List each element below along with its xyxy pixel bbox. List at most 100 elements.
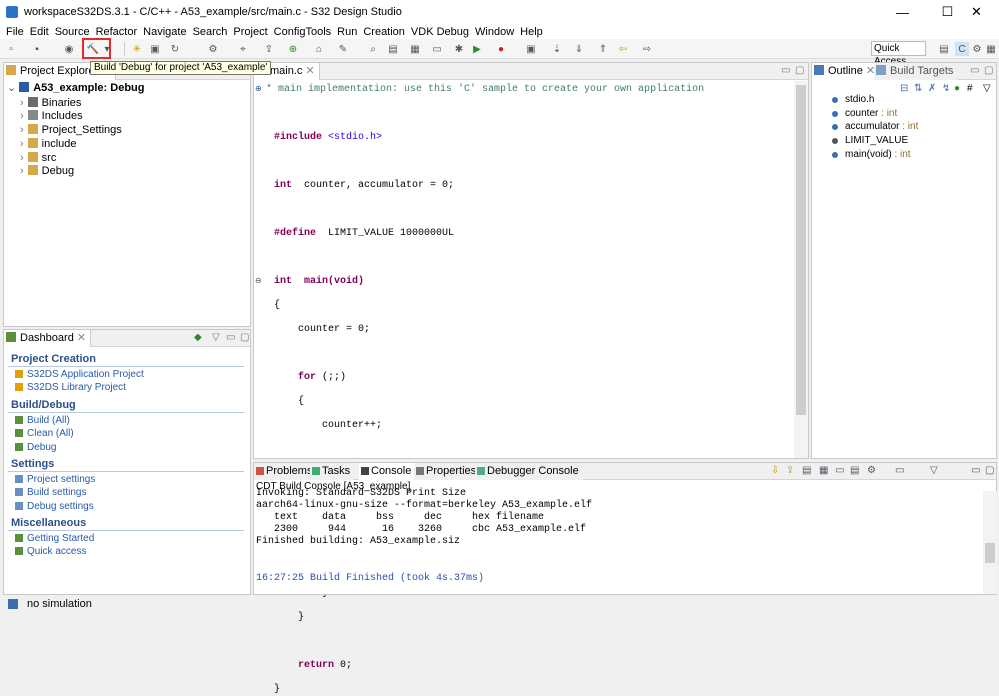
expand-arrow-icon[interactable]: ›	[20, 97, 24, 109]
console-scrollbar[interactable]	[983, 491, 997, 594]
menu-file[interactable]: File	[6, 26, 24, 38]
close-button[interactable]: ✕	[954, 0, 999, 24]
tab-tasks[interactable]: Tasks	[310, 463, 355, 480]
dashboard-link[interactable]: S32DS Application Project	[15, 369, 144, 380]
console-output[interactable]: Invoking: Standard S32DS Print Size aarch…	[255, 488, 971, 594]
debug-perspective-icon[interactable]: ⚙	[970, 42, 984, 56]
console-action-icon[interactable]: ▽	[930, 465, 938, 476]
tab-build-targets[interactable]: Build Targets	[874, 63, 958, 80]
debug-icon[interactable]: ◉	[62, 42, 76, 56]
define-icon[interactable]: #	[967, 83, 973, 94]
other-perspective-icon[interactable]: ▦	[984, 42, 998, 56]
tree-item-project_settings[interactable]: › Project_Settings	[20, 124, 122, 137]
new-project-icon[interactable]: ✳	[130, 42, 144, 56]
view-menu-icon[interactable]: ▽	[212, 332, 220, 343]
new-icon[interactable]: ▫	[4, 42, 18, 56]
minimize-view-icon[interactable]: ▭	[781, 65, 790, 76]
collapse-arrow-icon[interactable]: ⌄	[7, 82, 16, 94]
maximize-view-icon[interactable]: ▢	[240, 332, 249, 343]
menu-window[interactable]: Window	[475, 26, 514, 38]
refresh-icon[interactable]: ↻	[168, 42, 182, 56]
maximize-view-icon[interactable]: ▢	[984, 65, 993, 76]
menu-creation[interactable]: Creation	[363, 26, 405, 38]
console-action-icon[interactable]: ▤	[802, 465, 811, 476]
run-ext-icon[interactable]: ⊕	[286, 42, 300, 56]
dashboard-link[interactable]: Clean (All)	[15, 428, 74, 439]
tab-problems[interactable]: Problems	[254, 463, 317, 480]
console-action-icon[interactable]: ▭	[971, 465, 980, 476]
expand-arrow-icon[interactable]: ›	[20, 152, 24, 164]
outline-item[interactable]: accumulator : int	[832, 121, 918, 132]
save-icon[interactable]: ▪	[30, 42, 44, 56]
console-action-icon[interactable]: ▭	[895, 465, 904, 476]
menu-navigate[interactable]: Navigate	[143, 26, 186, 38]
tab-outline[interactable]: Outline ✕	[812, 63, 881, 80]
expand-arrow-icon[interactable]: ›	[20, 165, 24, 177]
terminal-icon[interactable]: ▭	[430, 42, 444, 56]
dashboard-section-3[interactable]: Miscellaneous	[11, 517, 86, 529]
sort-icon[interactable]: ⊟	[900, 83, 908, 94]
menu-refactor[interactable]: Refactor	[96, 26, 138, 38]
tree-item-includes[interactable]: › Includes	[20, 110, 83, 123]
minimize-view-icon[interactable]: ▭	[970, 65, 979, 76]
dashboard-section-1[interactable]: Build/Debug	[11, 399, 76, 411]
dashboard-action-icon[interactable]: ◆	[194, 332, 202, 343]
open-folder-icon[interactable]: ⌂	[312, 42, 326, 56]
quick-access-field[interactable]: Quick Access	[871, 41, 926, 67]
outline-item[interactable]: stdio.h	[832, 94, 874, 105]
doc-icon[interactable]: ▤	[386, 42, 400, 56]
search-file-icon[interactable]: ⌕	[366, 42, 380, 56]
menu-edit[interactable]: Edit	[30, 26, 49, 38]
stop-icon[interactable]: ●	[494, 42, 508, 56]
console-action-icon[interactable]: ⇩	[771, 465, 779, 476]
dashboard-section-0[interactable]: Project Creation	[11, 353, 96, 365]
dashboard-link[interactable]: Quick access	[15, 546, 86, 557]
new-folder-icon[interactable]: ▣	[148, 42, 162, 56]
hide-static-icon[interactable]: ✗	[928, 83, 936, 94]
back-icon[interactable]: ⇦	[616, 42, 630, 56]
menu-source[interactable]: Source	[55, 26, 90, 38]
export-icon[interactable]: ⇪	[262, 42, 276, 56]
hide-nonpublic-icon[interactable]: ↯	[942, 83, 950, 94]
layout-icon[interactable]: ▦	[408, 42, 422, 56]
maximize-view-icon[interactable]: ▢	[795, 65, 804, 76]
menu-vdkdebug[interactable]: VDK Debug	[411, 26, 469, 38]
menu-search[interactable]: Search	[193, 26, 228, 38]
tab-debugger-console[interactable]: Debugger Console	[475, 463, 583, 480]
dashboard-section-2[interactable]: Settings	[11, 458, 54, 470]
dashboard-link[interactable]: Build (All)	[15, 415, 70, 426]
dashboard-link[interactable]: S32DS Library Project	[15, 382, 126, 393]
console-action-icon[interactable]: ⇪	[786, 465, 794, 476]
tab-dashboard[interactable]: Dashboard ✕	[4, 330, 92, 347]
dashboard-link[interactable]: Project settings	[15, 474, 95, 485]
view-menu-icon[interactable]: ▽	[983, 83, 991, 94]
menu-configtools[interactable]: ConfigTools	[274, 26, 331, 38]
console-action-icon[interactable]: ▢	[985, 465, 994, 476]
filter-icon[interactable]: ●	[954, 83, 960, 94]
expand-arrow-icon[interactable]: ›	[20, 110, 24, 122]
tree-item-include[interactable]: › include	[20, 137, 77, 151]
step-icon[interactable]: ⇣	[550, 42, 564, 56]
expand-arrow-icon[interactable]: ›	[20, 124, 24, 136]
hide-fields-icon[interactable]: ⇅	[914, 83, 922, 94]
dashboard-link[interactable]: Build settings	[15, 487, 86, 498]
tree-item-debug[interactable]: › Debug	[20, 165, 74, 178]
pen-icon[interactable]: ✎	[336, 42, 350, 56]
run-icon[interactable]: ▶	[470, 42, 484, 56]
perspective-open-icon[interactable]: ▤	[937, 42, 951, 56]
debug-gear-icon[interactable]: ✱	[452, 42, 466, 56]
tree-item-binaries[interactable]: › Binaries	[20, 96, 81, 110]
console-action-icon[interactable]: ▤	[850, 465, 859, 476]
config-icon[interactable]: ⚙	[206, 42, 220, 56]
skip-icon[interactable]: ▣	[524, 42, 538, 56]
tab-properties[interactable]: Properties	[414, 463, 481, 480]
minimize-button[interactable]: —	[880, 0, 925, 24]
fold-icon[interactable]: ⊕	[255, 84, 262, 94]
tree-item-src[interactable]: › src	[20, 151, 56, 165]
menu-run[interactable]: Run	[337, 26, 357, 38]
pin-icon[interactable]: ⌖	[236, 42, 250, 56]
outline-item[interactable]: counter : int	[832, 108, 897, 119]
fold-icon[interactable]: ⊖	[255, 276, 262, 286]
cpp-perspective-icon[interactable]: C	[955, 42, 969, 56]
console-action-icon[interactable]: ⚙	[867, 465, 876, 476]
